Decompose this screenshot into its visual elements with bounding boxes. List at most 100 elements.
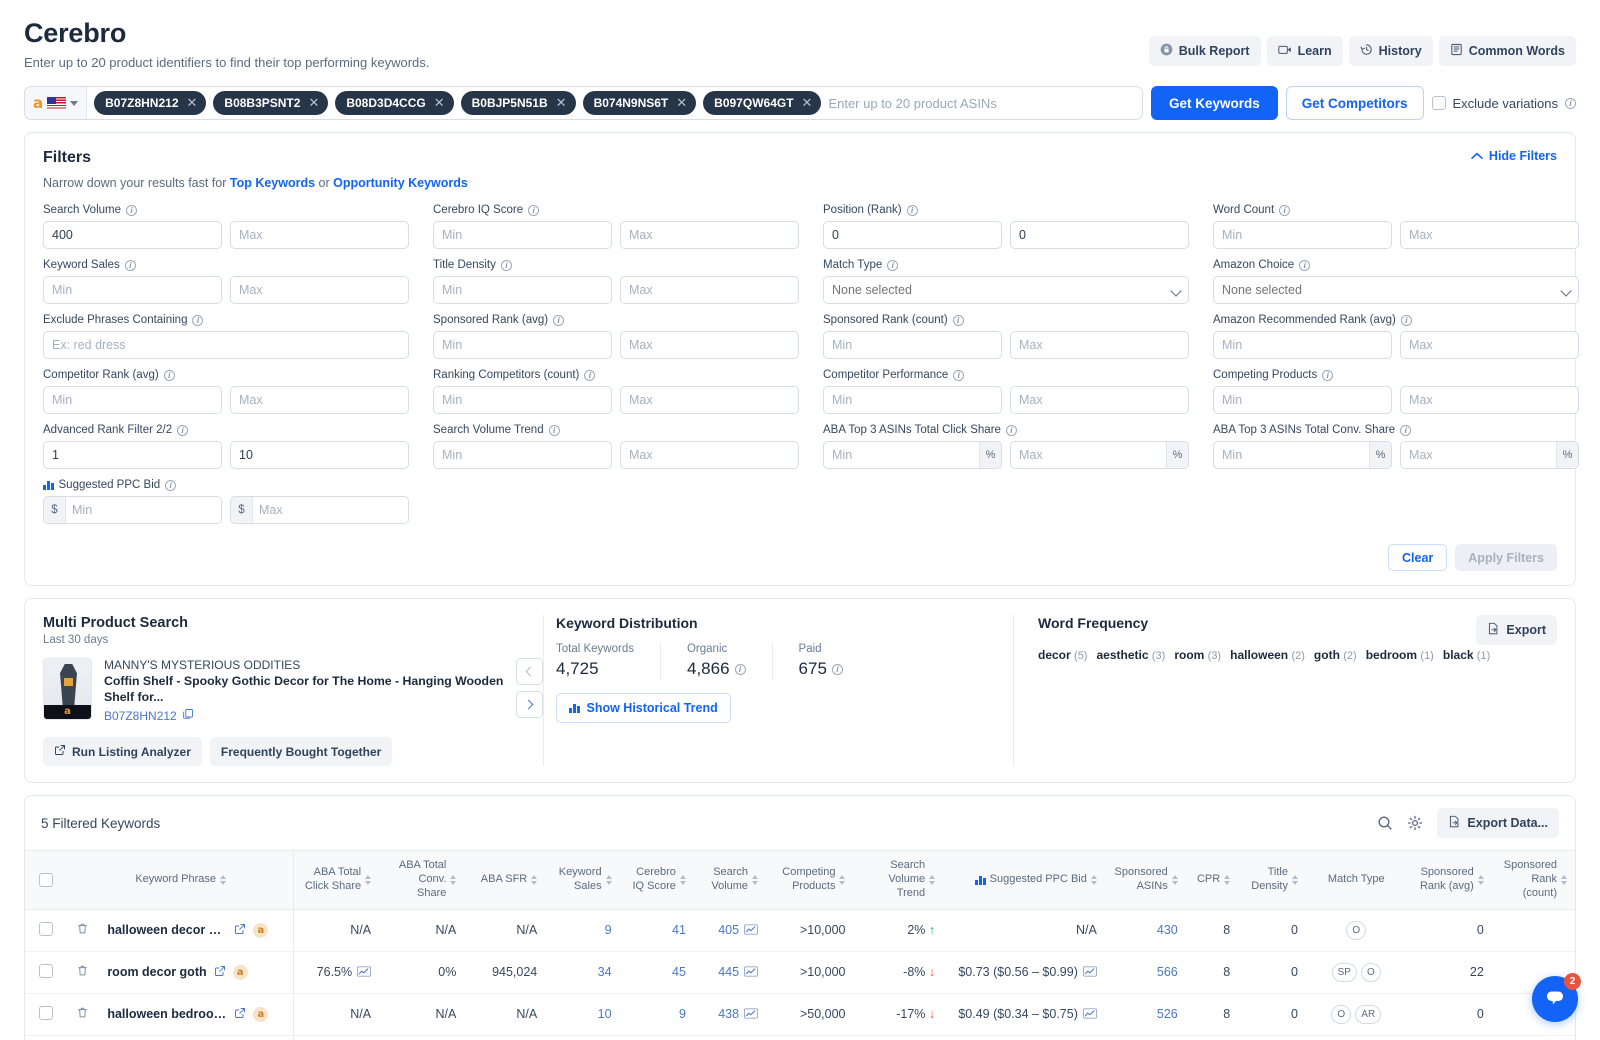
sponsored-rank-avg-min-input[interactable]	[433, 331, 612, 359]
search-volume-max-input[interactable]	[230, 221, 409, 249]
common-words-button[interactable]: Common Words	[1439, 36, 1576, 66]
sponsored-asins-header[interactable]: Sponsored ASINs	[1105, 851, 1186, 909]
sort-icon[interactable]	[365, 875, 371, 885]
sort-icon[interactable]	[606, 875, 612, 885]
keyword-sales-header[interactable]: Keyword Sales	[545, 851, 619, 909]
select-all-checkbox[interactable]	[39, 873, 53, 887]
asin-chip[interactable]: B08D3D4CCG ✕	[335, 91, 453, 115]
opportunity-keywords-link[interactable]: Opportunity Keywords	[333, 176, 468, 190]
sort-icon[interactable]	[752, 875, 758, 885]
asin-chip[interactable]: B074N9NS6T ✕	[583, 91, 697, 115]
competing-products-min-input[interactable]	[1213, 386, 1392, 414]
info-icon[interactable]: i	[1400, 425, 1411, 436]
history-button[interactable]: History	[1349, 36, 1433, 66]
word-count-min-input[interactable]	[1213, 221, 1392, 249]
cerebro-iq-score-header[interactable]: Cerebro IQ Score	[620, 851, 694, 909]
sort-icon[interactable]	[1561, 875, 1567, 885]
word-frequency-word[interactable]: bedroom	[1366, 648, 1417, 662]
remove-asin-icon[interactable]: ✕	[556, 95, 567, 111]
get-keywords-button[interactable]: Get Keywords	[1151, 86, 1278, 120]
aba-click-min-input[interactable]	[823, 441, 1002, 469]
asin-chip[interactable]: B08B3PSNT2 ✕	[213, 91, 328, 115]
match-type-select[interactable]	[823, 276, 1189, 304]
advanced-rank-2-min-input[interactable]	[43, 441, 222, 469]
title-density-min-input[interactable]	[433, 276, 612, 304]
competitor-performance-min-input[interactable]	[823, 386, 1002, 414]
apply-filters-button[interactable]: Apply Filters	[1455, 544, 1557, 571]
ranking-competitors-min-input[interactable]	[433, 386, 612, 414]
keyword-sales-max-input[interactable]	[230, 276, 409, 304]
amazon-rec-rank-avg-min-input[interactable]	[1213, 331, 1392, 359]
chat-widget-button[interactable]: 2	[1532, 976, 1578, 1022]
suggested-ppc-bid-header[interactable]: Suggested PPC Bid	[943, 851, 1105, 909]
info-icon[interactable]: i	[953, 315, 964, 326]
word-frequency-word[interactable]: aesthetic	[1096, 648, 1148, 662]
amazon-icon[interactable]: a	[253, 923, 268, 938]
sponsored-rank-count-max-input[interactable]	[1010, 331, 1189, 359]
competing-products-header[interactable]: Competing Products	[766, 851, 853, 909]
row-checkbox[interactable]	[39, 922, 53, 936]
marketplace-selector[interactable]: a	[25, 87, 87, 119]
sort-icon[interactable]	[1478, 875, 1484, 885]
run-listing-analyzer-button[interactable]: Run Listing Analyzer	[43, 737, 202, 766]
aba-sfr-header[interactable]: ABA SFR	[464, 851, 545, 909]
info-icon[interactable]: i	[832, 664, 843, 675]
amazon-rec-rank-avg-max-input[interactable]	[1400, 331, 1579, 359]
frequently-bought-together-button[interactable]: Frequently Bought Together	[210, 737, 392, 766]
remove-asin-icon[interactable]: ✕	[676, 95, 687, 111]
aba-conv-max-input[interactable]	[1400, 441, 1579, 469]
svt-min-input[interactable]	[433, 441, 612, 469]
aba-conv-share-header[interactable]: ABA Total Conv. Share	[379, 851, 464, 909]
asin-chip[interactable]: B097QW64GT ✕	[703, 91, 821, 115]
trend-sparkline-icon[interactable]	[744, 966, 758, 980]
info-icon[interactable]: i	[584, 370, 595, 381]
keyword-phrase-header[interactable]: Keyword Phrase	[99, 851, 294, 909]
top-keywords-link[interactable]: Top Keywords	[230, 176, 315, 190]
info-icon[interactable]: i	[1322, 370, 1333, 381]
sponsored-rank-avg-max-input[interactable]	[620, 331, 799, 359]
external-link-icon[interactable]	[234, 923, 246, 938]
amazon-icon[interactable]: a	[253, 1007, 268, 1022]
table-row[interactable]: halloween decor aest...aN/AN/AN/A941405>…	[25, 909, 1575, 951]
info-icon[interactable]: i	[501, 260, 512, 271]
ranking-competitors-max-input[interactable]	[620, 386, 799, 414]
learn-button[interactable]: Learn	[1267, 36, 1343, 66]
search-icon[interactable]	[1377, 815, 1393, 831]
info-icon[interactable]: i	[953, 370, 964, 381]
competing-products-max-input[interactable]	[1400, 386, 1579, 414]
trash-icon[interactable]	[76, 966, 89, 980]
ppc-min-input[interactable]	[43, 496, 222, 524]
sort-icon[interactable]	[220, 875, 226, 885]
sort-icon[interactable]	[839, 875, 845, 885]
keyword-sales-min-input[interactable]	[43, 276, 222, 304]
sort-icon[interactable]	[531, 875, 537, 885]
show-historical-trend-button[interactable]: Show Historical Trend	[556, 693, 731, 723]
export-data-button[interactable]: Export Data...	[1437, 808, 1559, 838]
copy-icon[interactable]	[182, 708, 194, 723]
get-competitors-button[interactable]: Get Competitors	[1286, 86, 1424, 120]
sort-icon[interactable]	[1292, 875, 1298, 885]
exclude-variations-checkbox[interactable]	[1432, 96, 1446, 110]
table-row[interactable]: room decor gotha76.5%0%945,0243445445>10…	[25, 951, 1575, 993]
external-link-icon[interactable]	[214, 965, 226, 980]
exclude-phrases-input[interactable]	[43, 331, 409, 359]
svt-max-input[interactable]	[620, 441, 799, 469]
info-icon[interactable]: i	[735, 664, 746, 675]
word-count-max-input[interactable]	[1400, 221, 1579, 249]
hide-filters-button[interactable]: Hide Filters	[1471, 149, 1557, 163]
trend-sparkline-icon[interactable]	[1083, 1008, 1097, 1022]
aba-click-max-input[interactable]	[1010, 441, 1189, 469]
trend-sparkline-icon[interactable]	[357, 966, 371, 980]
next-product-button[interactable]	[516, 691, 543, 718]
word-frequency-word[interactable]: halloween	[1230, 648, 1288, 662]
info-icon[interactable]: i	[1006, 425, 1017, 436]
word-frequency-word[interactable]: room	[1174, 648, 1204, 662]
sort-icon[interactable]	[680, 875, 686, 885]
trend-sparkline-icon[interactable]	[744, 924, 758, 938]
clear-filters-button[interactable]: Clear	[1388, 544, 1447, 571]
info-icon[interactable]: i	[887, 260, 898, 271]
row-checkbox[interactable]	[39, 964, 53, 978]
info-icon[interactable]: i	[1299, 260, 1310, 271]
trend-sparkline-icon[interactable]	[744, 1008, 758, 1022]
advanced-rank-2-max-input[interactable]	[230, 441, 409, 469]
